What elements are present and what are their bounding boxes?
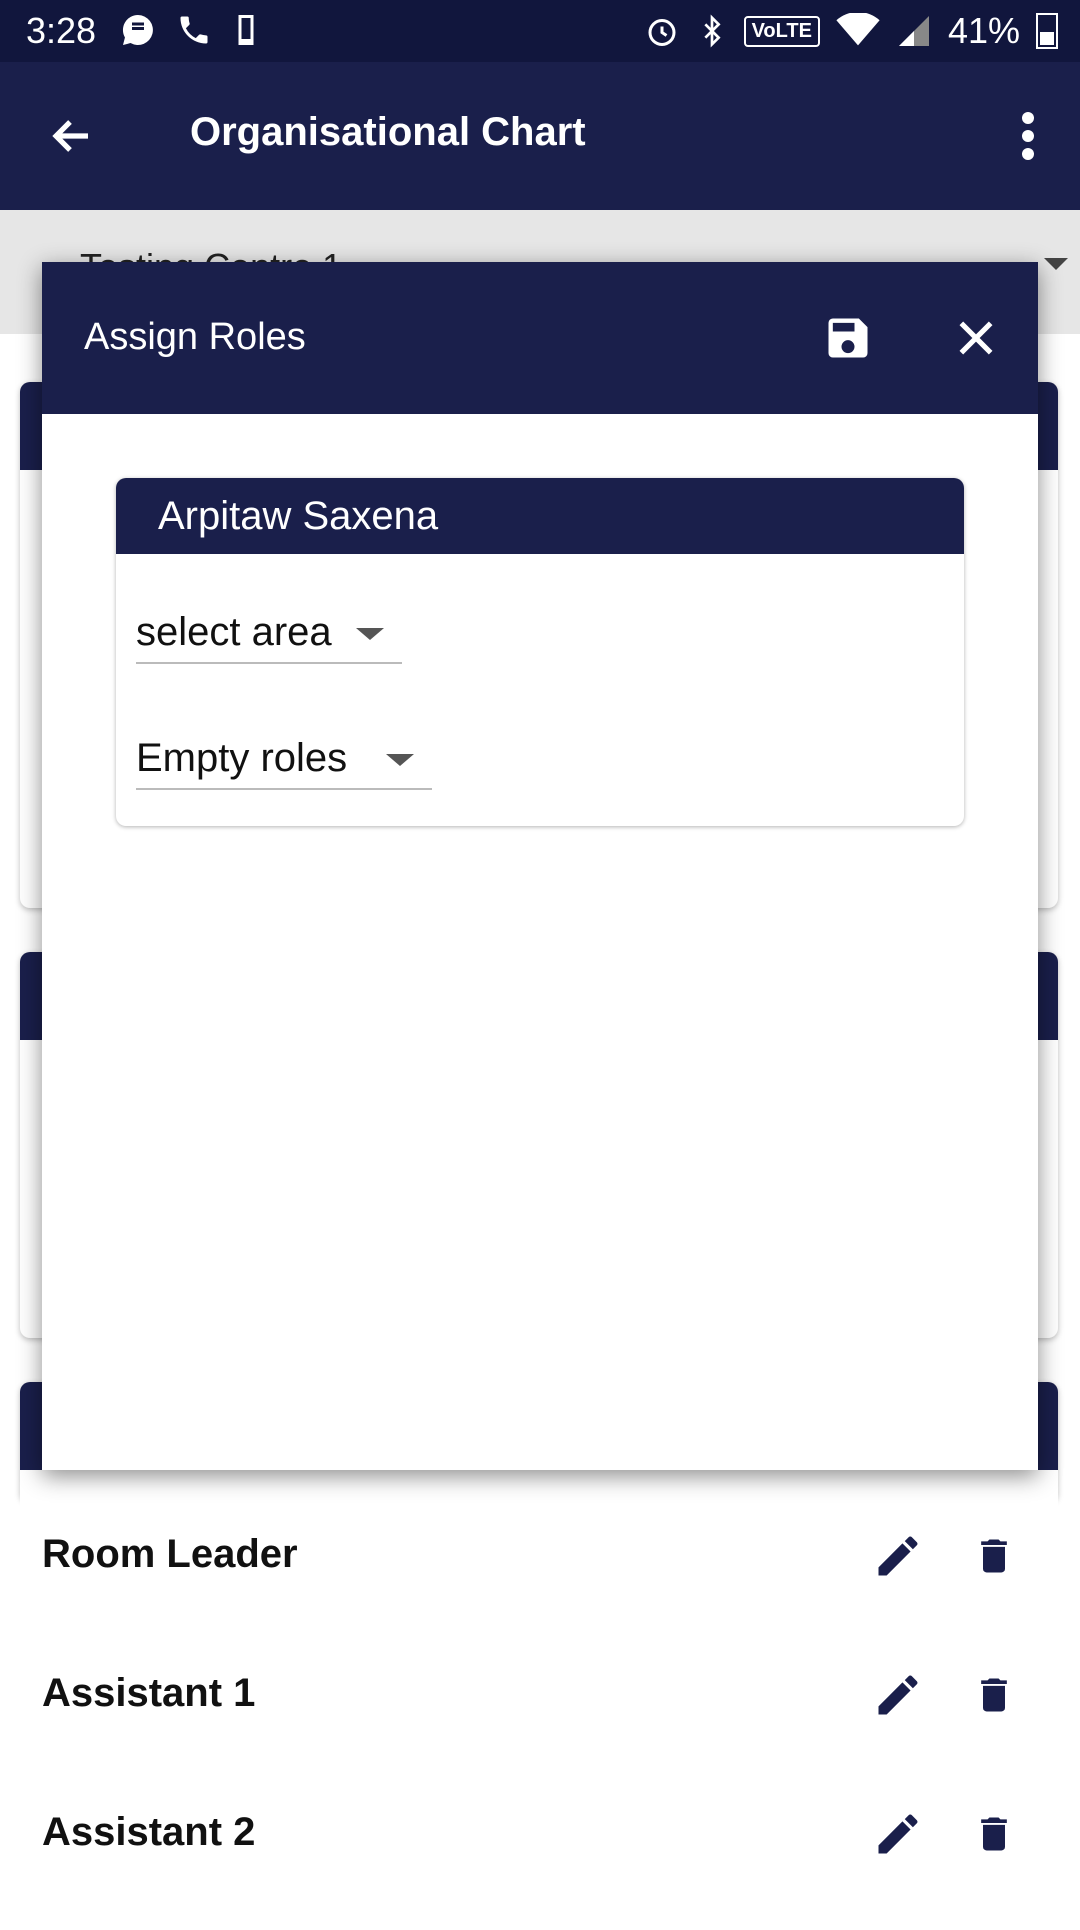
assign-roles-dialog: Assign Roles Arpitaw Saxena select area … xyxy=(42,262,1038,1470)
status-right: VoLTE 41% xyxy=(644,10,1058,52)
close-icon[interactable] xyxy=(954,316,998,360)
role-list: Room Leader Assistant 1 Assistant 2 xyxy=(20,1470,1058,1930)
volte-badge: VoLTE xyxy=(743,15,820,47)
chevron-down-icon xyxy=(386,754,414,766)
edit-icon[interactable] xyxy=(872,1669,924,1721)
dialog-header: Assign Roles xyxy=(42,262,1038,414)
save-icon[interactable] xyxy=(822,312,874,364)
list-item: Room Leader xyxy=(42,1504,1042,1604)
role-name: Assistant 1 xyxy=(42,1671,256,1715)
role-name: Room Leader xyxy=(42,1532,298,1576)
list-item: Assistant 2 xyxy=(42,1782,1042,1882)
edit-icon[interactable] xyxy=(872,1808,924,1860)
dialog-title: Assign Roles xyxy=(84,316,306,358)
person-card: Arpitaw Saxena select area Empty roles xyxy=(116,478,964,826)
role-name: Assistant 2 xyxy=(42,1810,256,1854)
chevron-down-icon xyxy=(356,628,384,640)
bluetooth-icon xyxy=(703,14,721,48)
person-header: Arpitaw Saxena xyxy=(116,478,964,554)
arrow-left-icon[interactable] xyxy=(44,112,100,160)
wifi-icon xyxy=(836,13,880,46)
more-vert-icon[interactable] xyxy=(1020,112,1036,160)
trash-icon[interactable] xyxy=(972,1669,1016,1721)
trash-icon[interactable] xyxy=(972,1808,1016,1860)
area-select-value: select area xyxy=(136,610,332,654)
status-bar: 3:28 VoLTE 41% xyxy=(0,0,1080,62)
alarm-icon xyxy=(648,19,676,46)
device-icon xyxy=(238,15,254,45)
message-icon xyxy=(122,14,153,45)
missed-call-icon xyxy=(180,16,208,44)
signal-icon xyxy=(898,16,929,46)
app-bar: Organisational Chart xyxy=(0,62,1080,210)
person-name: Arpitaw Saxena xyxy=(158,494,439,538)
battery-percent: 41% xyxy=(947,10,1020,51)
page-title: Organisational Chart xyxy=(190,110,586,154)
chevron-down-icon xyxy=(1044,258,1068,270)
area-select[interactable]: select area xyxy=(136,598,402,664)
status-time: 3:28 xyxy=(26,10,97,51)
trash-icon[interactable] xyxy=(972,1530,1016,1582)
roles-select[interactable]: Empty roles xyxy=(136,724,432,790)
battery-icon xyxy=(1036,13,1058,49)
edit-icon[interactable] xyxy=(872,1530,924,1582)
list-item: Assistant 1 xyxy=(42,1643,1042,1743)
roles-select-value: Empty roles xyxy=(136,736,348,780)
